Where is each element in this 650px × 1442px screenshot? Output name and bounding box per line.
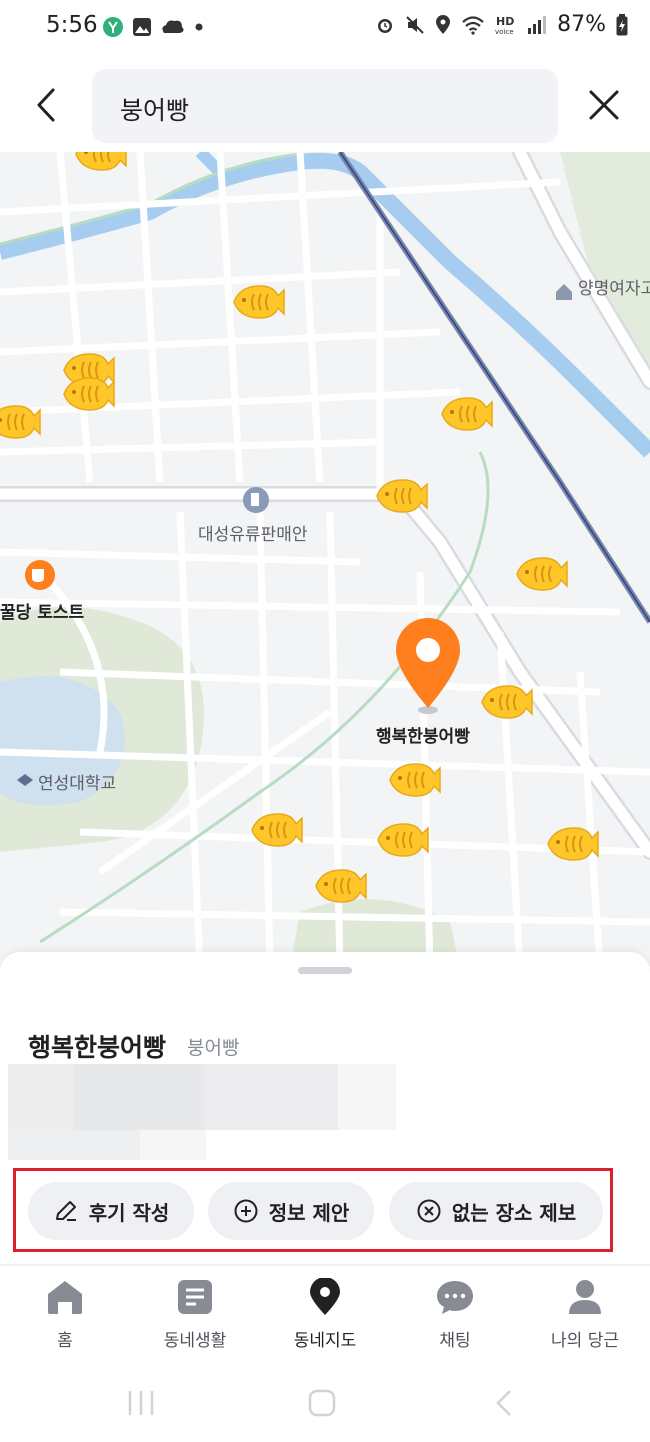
map-label-cafe: 꿀당 토스트: [0, 603, 85, 623]
pencil-icon: [55, 1201, 76, 1221]
bungeoppang-marker[interactable]: [0, 402, 42, 442]
place-title: 행복한붕어빵: [28, 1033, 167, 1062]
signal-icon: [528, 15, 547, 34]
redacted-block: [204, 1064, 338, 1130]
selected-place-label: 행복한붕어빵: [376, 727, 470, 747]
mute-icon: [406, 15, 424, 34]
hd-voice-icon: HDvoice: [495, 15, 514, 36]
home-button-icon[interactable]: [307, 1388, 337, 1418]
dot-icon: [195, 23, 203, 31]
place-bottom-sheet: 행복한붕어빵 붕어빵 후기 작성 정보 제안 없는 장소 제보: [0, 952, 650, 1266]
report-missing-place-label: 없는 장소 제보: [451, 1200, 577, 1225]
status-bar: 5:56 HD voice 87%: [0, 0, 650, 56]
selected-map-pin-icon[interactable]: [392, 616, 464, 716]
report-missing-place-button[interactable]: 없는 장소 제보: [389, 1182, 603, 1240]
chevron-left-icon: [37, 88, 55, 122]
redacted-block: [8, 1130, 140, 1160]
nav-item-home[interactable]: 홈: [0, 1278, 130, 1351]
plus-circle-icon: [234, 1199, 258, 1223]
bungeoppang-marker[interactable]: [438, 394, 494, 434]
recent-apps-icon[interactable]: [126, 1388, 156, 1418]
status-time: 5:56: [46, 12, 98, 38]
status-right-icons: HD voice 87%: [375, 12, 628, 37]
status-left-icons: [102, 16, 204, 38]
cloud-icon: [162, 20, 184, 33]
map-pin-icon: [310, 1278, 340, 1315]
nav-label-home: 홈: [57, 1331, 73, 1351]
nav-item-chat[interactable]: 채팅: [390, 1278, 520, 1351]
sheet-drag-handle[interactable]: [298, 967, 352, 974]
location-icon: [436, 14, 451, 34]
map-label-school: 양명여자고: [578, 279, 650, 299]
battery-percent: 87%: [557, 12, 606, 37]
redacted-block: [338, 1064, 396, 1130]
bungeoppang-marker[interactable]: [544, 824, 600, 864]
search-input-value: 붕어빵: [120, 96, 190, 125]
bungeoppang-marker[interactable]: [386, 760, 442, 800]
search-input[interactable]: 붕어빵: [92, 69, 558, 143]
bungeoppang-marker[interactable]: [373, 476, 429, 516]
nav-label-my-carrot: 나의 당근: [551, 1331, 619, 1351]
alarm-icon: [378, 18, 393, 33]
search-header: 붕어빵: [0, 56, 650, 152]
redacted-block: [140, 1130, 206, 1160]
bungeoppang-marker[interactable]: [513, 554, 569, 594]
redacted-block: [74, 1064, 204, 1130]
write-review-label: 후기 작성: [88, 1200, 170, 1225]
system-navigation-bar: [0, 1366, 650, 1442]
suggest-info-button[interactable]: 정보 제안: [208, 1182, 374, 1240]
home-icon: [48, 1281, 82, 1314]
money-icon: [103, 17, 123, 37]
chat-icon: [437, 1281, 473, 1314]
board-icon: [178, 1280, 212, 1314]
back-button[interactable]: [26, 82, 66, 128]
write-review-button[interactable]: 후기 작성: [28, 1182, 194, 1240]
x-circle-icon: [417, 1199, 441, 1223]
nav-item-my-carrot[interactable]: 나의 당근: [520, 1278, 650, 1351]
neighborhood-map[interactable]: 양명여자고 대성유류판매안 꿀당 토스트 연성대학교 행복한붕어빵: [0, 152, 650, 967]
svg-text:HD: HD: [496, 15, 514, 28]
person-icon: [569, 1280, 601, 1314]
map-label-university: 연성대학교: [38, 774, 117, 794]
bungeoppang-marker[interactable]: [478, 682, 534, 722]
gallery-icon: [133, 18, 151, 36]
battery-icon: [616, 13, 628, 35]
map-label-gas-station: 대성유류판매안: [198, 525, 308, 545]
nav-label-community: 동네생활: [163, 1331, 227, 1351]
bungeoppang-marker[interactable]: [72, 152, 128, 174]
bungeoppang-marker[interactable]: [312, 866, 368, 906]
bungeoppang-marker[interactable]: [60, 374, 116, 414]
nav-label-chat: 채팅: [439, 1331, 471, 1351]
bungeoppang-marker[interactable]: [230, 282, 286, 322]
bungeoppang-marker[interactable]: [374, 820, 430, 860]
svg-text:voice: voice: [495, 28, 514, 36]
close-icon: [589, 90, 619, 120]
bottom-navigation: 홈 동네생활 동네지도 채팅 나의 당근: [0, 1266, 650, 1366]
system-back-icon[interactable]: [492, 1388, 516, 1418]
suggest-info-label: 정보 제안: [268, 1200, 350, 1225]
wifi-icon: [462, 15, 484, 35]
place-category: 붕어빵: [187, 1037, 240, 1059]
bungeoppang-marker[interactable]: [248, 810, 304, 850]
nav-item-neighborhood-map[interactable]: 동네지도: [260, 1278, 390, 1351]
nav-label-neighborhood-map: 동네지도: [293, 1331, 357, 1351]
nav-item-community[interactable]: 동네생활: [130, 1278, 260, 1351]
clear-search-button[interactable]: [584, 82, 624, 128]
redacted-block: [8, 1064, 74, 1130]
